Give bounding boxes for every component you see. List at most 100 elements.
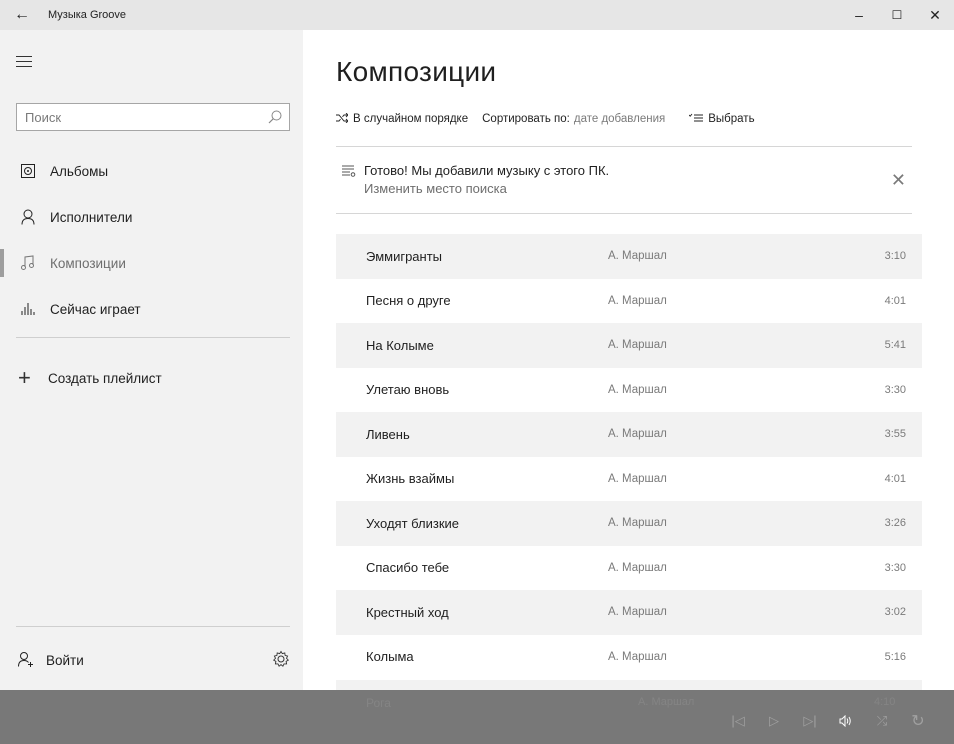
- song-title: Жизнь взаймы: [366, 471, 455, 487]
- song-title: Песня о друге: [366, 293, 451, 309]
- close-button[interactable]: ✕: [916, 0, 954, 30]
- song-artist[interactable]: А. Маршал: [608, 517, 848, 529]
- sort-value: дате добавления: [573, 113, 666, 125]
- song-row[interactable]: Улетаю вновь А. Маршал 3:30: [336, 368, 922, 413]
- song-row[interactable]: Эммигранты А. Маршал 3:10: [336, 234, 922, 279]
- notification-banner: Готово! Мы добавили музыку с этого ПК. И…: [336, 146, 912, 214]
- sidebar-item-label: Сейчас играет: [50, 301, 141, 317]
- sidebar-item-now-playing[interactable]: Сейчас играет: [0, 286, 303, 332]
- music-folder-icon: [342, 165, 356, 177]
- gear-icon[interactable]: [272, 650, 290, 668]
- maximize-icon: ☐: [891, 8, 903, 22]
- song-title: Уходят близкие: [366, 515, 460, 531]
- search-box[interactable]: [16, 103, 290, 131]
- song-artist: А. Маршал: [638, 696, 695, 708]
- song-duration: 4:01: [884, 472, 906, 485]
- user-add-icon: [18, 651, 36, 670]
- minimize-button[interactable]: –: [840, 0, 878, 30]
- song-row[interactable]: Крестный ход А. Маршал 3:02: [336, 590, 922, 635]
- song-row[interactable]: [336, 680, 922, 690]
- song-duration: 4:01: [884, 294, 906, 307]
- shuffle-label: В случайном порядке: [353, 113, 469, 125]
- song-artist[interactable]: А. Маршал: [608, 428, 848, 440]
- song-duration: 3:26: [884, 517, 906, 530]
- back-arrow-icon: ←: [14, 6, 30, 23]
- song-artist[interactable]: А. Маршал: [608, 606, 848, 618]
- close-icon[interactable]: ✕: [891, 171, 906, 189]
- volume-icon[interactable]: [828, 710, 864, 732]
- song-duration: 3:10: [884, 250, 906, 263]
- back-button[interactable]: ←: [0, 0, 44, 30]
- song-row[interactable]: Уходят близкие А. Маршал 3:26: [336, 501, 922, 546]
- toolbar: В случайном порядке Сортировать по: дате…: [336, 110, 769, 128]
- song-duration: 5:41: [884, 339, 906, 352]
- equalizer-icon: [20, 301, 36, 317]
- repeat-icon[interactable]: ↻: [900, 710, 936, 732]
- page-title: Композиции: [336, 56, 497, 87]
- song-artist[interactable]: А. Маршал: [608, 295, 848, 307]
- song-title: Улетаю вновь: [366, 382, 450, 398]
- song-artist[interactable]: А. Маршал: [608, 562, 848, 574]
- create-playlist-button[interactable]: + Создать плейлист: [18, 366, 162, 390]
- play-icon[interactable]: ▷: [756, 710, 792, 732]
- sidebar: Альбомы Исполнители Композиции Сейчас иг…: [0, 30, 303, 690]
- song-artist[interactable]: А. Маршал: [608, 384, 848, 396]
- song-duration: 3:02: [884, 606, 906, 619]
- song-row[interactable]: Ливень А. Маршал 3:55: [336, 412, 922, 457]
- shuffle-icon[interactable]: ⤮: [864, 710, 900, 732]
- shuffle-all-button[interactable]: В случайном порядке: [336, 112, 468, 126]
- main-content: Композиции В случайном порядке Сортирова…: [303, 30, 954, 690]
- song-list: Эммигранты А. Маршал 3:10 Песня о друге А. …: [336, 234, 922, 679]
- sidebar-item-label: Альбомы: [50, 163, 109, 179]
- previous-icon[interactable]: |◁: [720, 710, 756, 732]
- search-icon[interactable]: [267, 109, 283, 125]
- song-duration: 3:30: [884, 561, 906, 574]
- sidebar-item-label: Исполнители: [50, 209, 133, 225]
- album-icon: [20, 163, 36, 179]
- song-row[interactable]: Спасибо тебе А. Маршал 3:30: [336, 546, 922, 591]
- maximize-button[interactable]: ☐: [878, 0, 916, 30]
- playback-controls: |◁ ▷ ▷| ⤮ ↻: [720, 710, 936, 732]
- sign-in-label: Войти: [46, 652, 84, 668]
- divider: [16, 337, 290, 338]
- sidebar-item-artists[interactable]: Исполнители: [0, 194, 303, 240]
- song-title: Спасибо тебе: [366, 560, 450, 576]
- sidebar-item-albums[interactable]: Альбомы: [0, 148, 303, 194]
- song-duration: 3:55: [884, 428, 906, 441]
- plus-icon: +: [18, 365, 31, 390]
- hamburger-menu-icon[interactable]: [16, 56, 32, 68]
- song-artist[interactable]: А. Маршал: [608, 473, 848, 485]
- song-title: На Колыме: [366, 337, 434, 353]
- sort-label: Сортировать по:: [482, 113, 570, 125]
- create-playlist-label: Создать плейлист: [48, 370, 162, 386]
- title-bar: ← Музыка Groove – ☐ ✕: [0, 0, 954, 30]
- song-row[interactable]: На Колыме А. Маршал 5:41: [336, 323, 922, 368]
- divider: [16, 626, 290, 627]
- next-icon[interactable]: ▷|: [792, 710, 828, 732]
- song-artist[interactable]: А. Маршал: [608, 250, 848, 262]
- song-title: Ливень: [366, 426, 410, 442]
- music-note-icon: [20, 255, 36, 271]
- select-button[interactable]: Выбрать: [688, 112, 755, 126]
- song-title: Эммигранты: [366, 248, 443, 264]
- song-row[interactable]: Колыма А. Маршал 5:16: [336, 635, 922, 680]
- song-row[interactable]: Песня о друге А. Маршал 4:01: [336, 279, 922, 324]
- song-duration: 4:10: [874, 696, 896, 708]
- song-row[interactable]: Жизнь взаймы А. Маршал 4:01: [336, 457, 922, 502]
- shuffle-icon: [336, 112, 349, 126]
- sidebar-item-songs[interactable]: Композиции: [0, 240, 303, 286]
- change-location-link[interactable]: Изменить место поиска: [364, 181, 507, 196]
- song-title: Рога: [366, 696, 391, 710]
- song-artist[interactable]: А. Маршал: [608, 339, 848, 351]
- sign-in-button[interactable]: Войти: [18, 648, 84, 672]
- song-artist[interactable]: А. Маршал: [608, 651, 848, 663]
- sidebar-nav: Альбомы Исполнители Композиции Сейчас иг…: [0, 148, 303, 332]
- notice-text: Готово! Мы добавили музыку с этого ПК.: [364, 163, 610, 178]
- sort-dropdown[interactable]: Сортировать по: дате добавления: [482, 113, 665, 125]
- close-icon: ✕: [929, 6, 941, 23]
- sidebar-item-label: Композиции: [50, 255, 126, 271]
- search-input[interactable]: [17, 104, 257, 130]
- minimize-icon: –: [855, 7, 863, 23]
- window-title: Музыка Groove: [48, 9, 127, 21]
- song-title: Колыма: [366, 649, 414, 665]
